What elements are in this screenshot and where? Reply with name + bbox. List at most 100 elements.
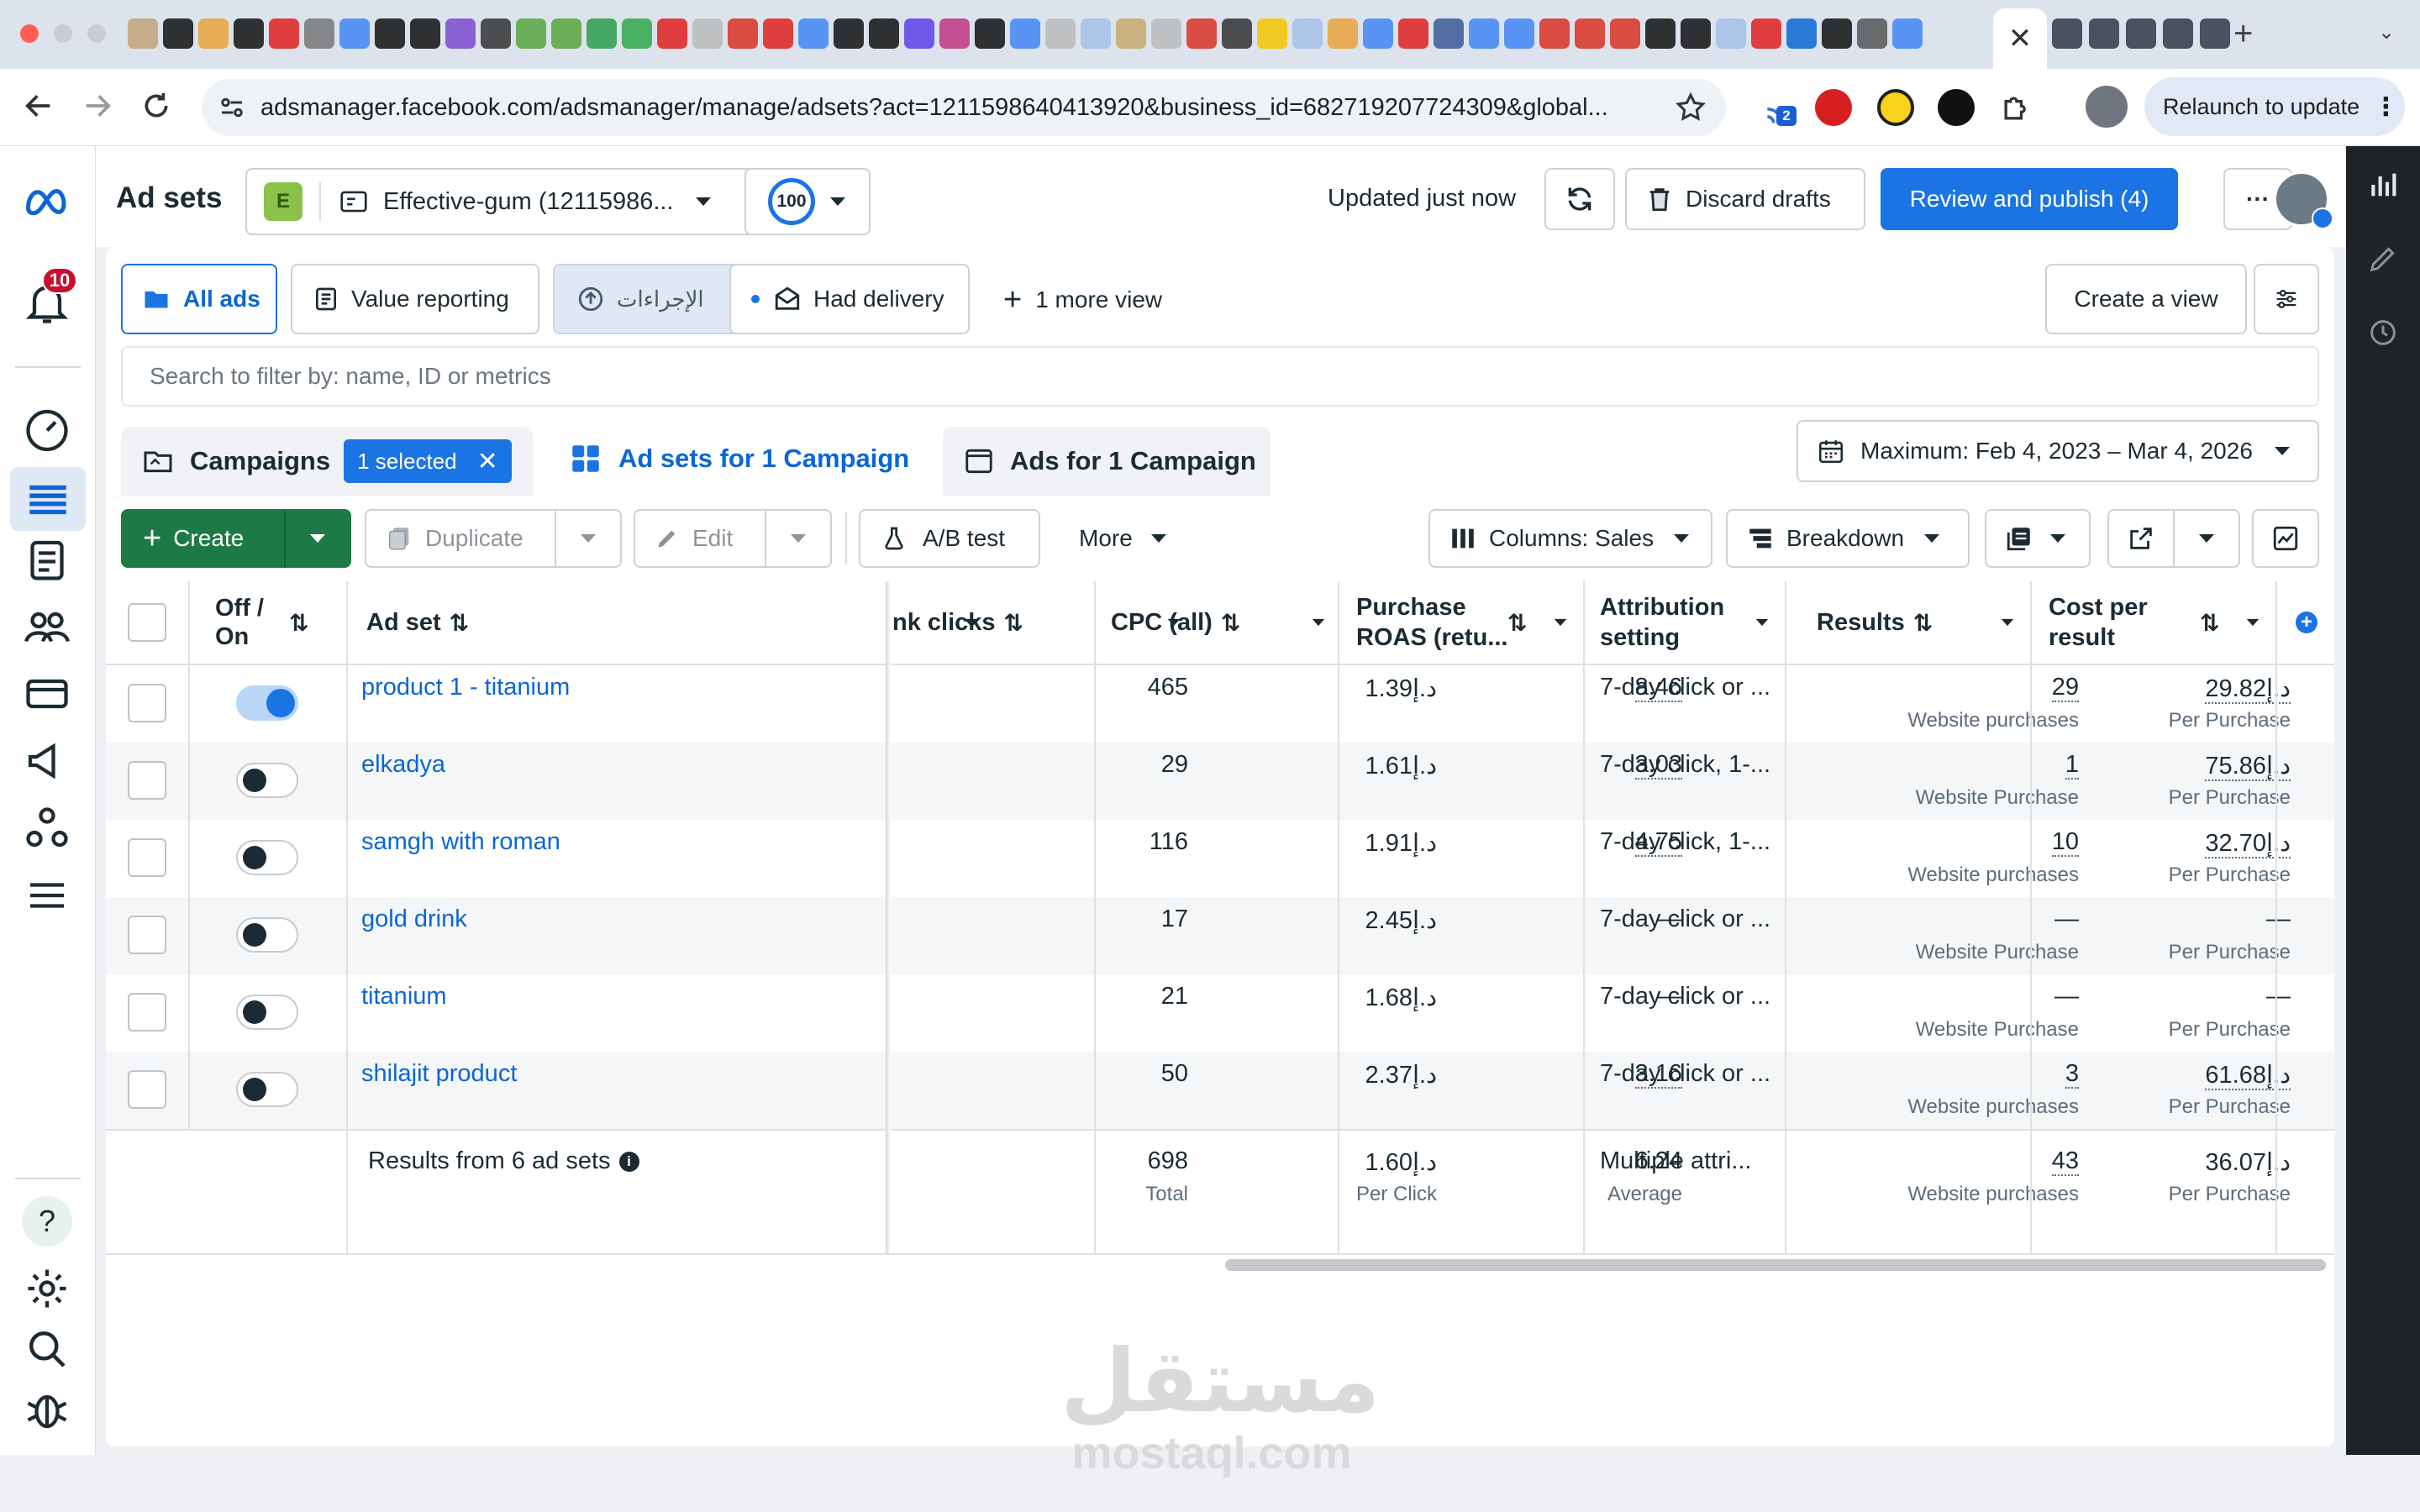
info-icon[interactable]: i <box>618 1151 639 1172</box>
more-views-button[interactable]: + 1 more view <box>1003 281 1162 319</box>
duplicate-button[interactable]: Duplicate <box>365 509 556 568</box>
extension-shield-icon[interactable] <box>1815 89 1852 126</box>
history-clock-icon[interactable] <box>2366 316 2400 349</box>
browser-tab-favicon[interactable] <box>939 18 970 49</box>
forward-icon[interactable] <box>81 89 114 123</box>
sort-icon[interactable]: ⇅ <box>289 609 308 637</box>
sort-icon[interactable]: ⇅ <box>1221 609 1240 637</box>
tab-ads[interactable]: Ads for 1 Campaign <box>943 427 1270 496</box>
view-all-ads[interactable]: All ads <box>121 264 277 334</box>
edit-dropdown-button[interactable] <box>765 509 832 568</box>
notifications-bell-icon[interactable]: 10 <box>22 267 77 328</box>
create-button[interactable]: + Create <box>121 509 284 568</box>
browser-tab-favicon[interactable] <box>587 18 617 49</box>
delivery-toggle[interactable] <box>236 685 298 721</box>
overview-gauge-icon[interactable] <box>22 403 72 454</box>
browser-tab-favicon[interactable] <box>1539 18 1570 49</box>
advertise-megaphone-icon[interactable] <box>22 736 72 786</box>
search-icon[interactable] <box>22 1324 72 1374</box>
browser-tab-favicon[interactable] <box>1010 18 1040 49</box>
horizontal-scrollbar[interactable] <box>1225 1259 2326 1271</box>
export-dropdown-button[interactable] <box>2173 509 2240 568</box>
date-range-picker[interactable]: Maximum: Feb 4, 2023 – Mar 4, 2026 <box>1797 420 2319 482</box>
browser-tab-favicon[interactable] <box>375 18 405 49</box>
duplicate-dropdown-button[interactable] <box>555 509 622 568</box>
totals-results[interactable]: 43 <box>2051 1147 2079 1176</box>
sort-icon[interactable]: ⇅ <box>1004 609 1023 637</box>
view-actions-arabic[interactable]: الإجراءات <box>553 264 758 334</box>
ad-set-name-link[interactable]: product 1 - titanium <box>361 674 570 701</box>
view-settings-button[interactable] <box>2254 264 2319 334</box>
create-view-button[interactable]: Create a view <box>2045 264 2247 334</box>
report-bug-icon[interactable] <box>22 1384 72 1435</box>
ab-test-button[interactable]: A/B test <box>859 509 1040 568</box>
browser-tab-favicon[interactable] <box>622 18 652 49</box>
browser-tab-favicon[interactable] <box>1892 18 1923 49</box>
user-avatar[interactable] <box>2274 171 2333 229</box>
tab-ad-sets[interactable]: Ad sets for 1 Campaign <box>548 422 929 496</box>
discard-drafts-button[interactable]: Discard drafts <box>1625 168 1865 230</box>
extension-tiktok-icon[interactable] <box>1938 89 1975 126</box>
add-column-icon[interactable]: + <box>2296 611 2317 633</box>
browser-tab-favicon[interactable] <box>763 18 793 49</box>
table-row[interactable]: product 1 - titanium 465 د.إ1.39 8.46 7-day … <box>106 665 2334 743</box>
table-row[interactable]: elkadya 29 د.إ1.61 3.03 7-day click, 1-... 1 W… <box>106 743 2334 820</box>
browser-tab-favicon[interactable] <box>798 18 829 49</box>
bookmark-star-icon[interactable] <box>1674 91 1707 124</box>
clear-selection-icon[interactable]: ✕ <box>477 447 498 476</box>
extension-cast-icon[interactable]: 2 <box>1761 89 1798 126</box>
reload-icon[interactable] <box>139 89 173 123</box>
browser-tab-favicon[interactable] <box>1081 18 1111 49</box>
close-tab-icon[interactable]: ✕ <box>2008 22 2033 55</box>
chevron-down-icon[interactable] <box>1311 617 1326 627</box>
view-value-reporting[interactable]: Value reporting <box>291 264 539 334</box>
cost-per-result-value[interactable]: د.إ29.82 <box>2205 675 2291 704</box>
row-checkbox[interactable] <box>128 993 166 1032</box>
browser-tab-favicon[interactable] <box>481 18 511 49</box>
browser-tab-favicon[interactable] <box>2200 18 2230 49</box>
browser-tab-favicon[interactable] <box>1116 18 1146 49</box>
browser-tab-favicon[interactable] <box>1610 18 1640 49</box>
browser-tab-favicon[interactable] <box>1292 18 1323 49</box>
export-button[interactable] <box>2107 509 2175 568</box>
browser-tab-favicon[interactable] <box>551 18 581 49</box>
review-and-publish-button[interactable]: Review and publish (4) <box>1881 168 2178 230</box>
tab-search-icon[interactable]: ⌄ <box>2378 20 2395 45</box>
browser-tab-favicon[interactable] <box>128 18 158 49</box>
column-header-attribution[interactable]: Attribution setting <box>1585 581 1786 664</box>
column-header-purchase-roas[interactable]: Purchase ROAS (retu... ⇅ <box>1339 581 1583 664</box>
column-header-cost-per-result[interactable]: Cost per result ⇅ <box>2032 581 2275 664</box>
delivery-toggle[interactable] <box>236 917 298 953</box>
cost-per-result-value[interactable]: د.إ32.70 <box>2205 830 2291 858</box>
billing-card-icon[interactable] <box>22 669 72 719</box>
reports-button[interactable] <box>1985 509 2091 568</box>
browser-tab-favicon[interactable] <box>1681 18 1711 49</box>
nav-item-campaigns-active[interactable] <box>10 467 86 531</box>
extension-snap-icon[interactable] <box>1877 89 1914 126</box>
ad-set-name-link[interactable]: gold drink <box>361 906 467 933</box>
refresh-button[interactable] <box>1544 168 1615 230</box>
minimize-window-button[interactable] <box>54 24 72 43</box>
browser-tab-favicon[interactable] <box>1328 18 1358 49</box>
help-icon[interactable]: ? <box>22 1196 72 1247</box>
ad-set-name-link[interactable]: titanium <box>361 983 447 1011</box>
browser-tab-favicon[interactable] <box>269 18 299 49</box>
row-checkbox[interactable] <box>128 1070 166 1109</box>
browser-tab-favicon[interactable] <box>728 18 758 49</box>
sort-icon[interactable]: ⇅ <box>1913 609 1933 637</box>
cost-per-result-value[interactable]: د.إ75.86 <box>2205 753 2291 781</box>
new-tab-button[interactable]: + <box>2233 15 2253 53</box>
chevron-down-icon[interactable] <box>1754 617 1770 627</box>
browser-tab-favicon[interactable] <box>2163 18 2193 49</box>
browser-tab-favicon[interactable] <box>975 18 1005 49</box>
create-dropdown-button[interactable] <box>284 509 351 568</box>
results-value[interactable]: 29 <box>2051 674 2079 702</box>
sort-icon[interactable]: ⇅ <box>2200 609 2219 637</box>
row-checkbox[interactable] <box>128 838 166 877</box>
browser-tab-favicon[interactable] <box>834 18 864 49</box>
browser-tab-favicon[interactable] <box>1222 18 1252 49</box>
reports-icon[interactable] <box>22 534 72 585</box>
ad-set-name-link[interactable]: shilajit product <box>361 1060 517 1088</box>
extensions-puzzle-icon[interactable] <box>1998 89 2035 126</box>
browser-tab-favicon[interactable] <box>1151 18 1181 49</box>
